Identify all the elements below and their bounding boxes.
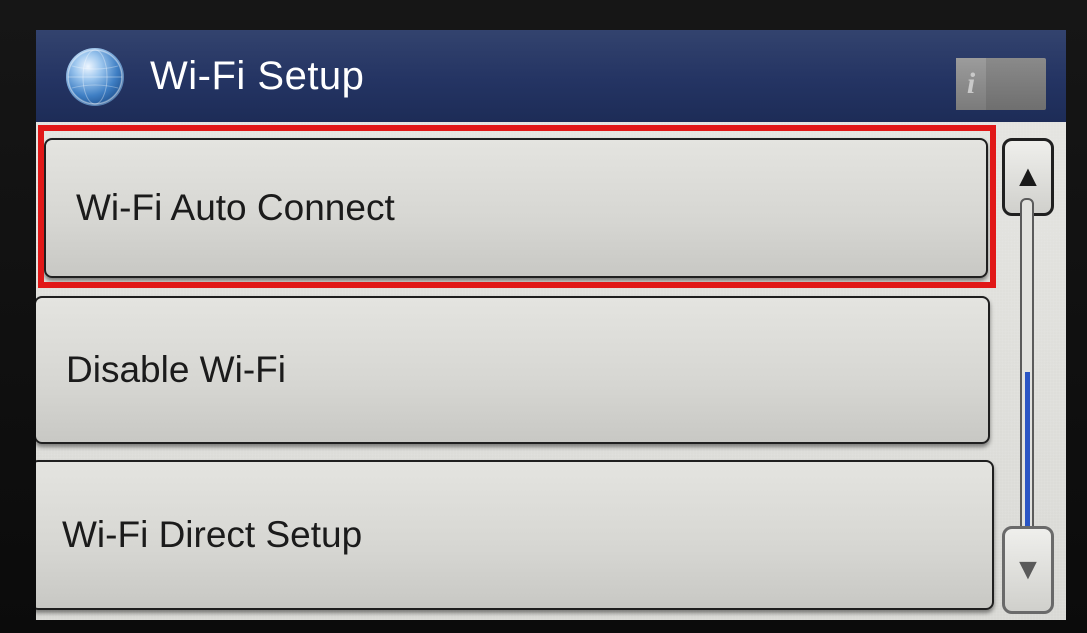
menu-item-disable-wifi[interactable]: Disable Wi-Fi [36,296,990,444]
menu-item-wifi-direct-setup[interactable]: Wi-Fi Direct Setup [36,460,994,610]
globe-icon [66,48,124,106]
info-button[interactable]: i [956,58,1046,110]
device-bezel: Wi-Fi Setup i Wi-Fi Auto Connect Disable… [0,0,1087,633]
lcd-screen: Wi-Fi Setup i Wi-Fi Auto Connect Disable… [36,30,1066,620]
menu-item-label: Disable Wi-Fi [66,349,286,390]
title-bar: Wi-Fi Setup i [36,30,1066,122]
menu-item-wifi-auto-connect[interactable]: Wi-Fi Auto Connect [44,138,988,278]
info-icon: i [956,58,986,110]
menu-item-label: Wi-Fi Auto Connect [76,187,395,228]
scroll-down-button[interactable]: ▼ [1002,526,1054,614]
page-title: Wi-Fi Setup [150,54,365,98]
arrow-up-icon: ▲ [1013,160,1043,193]
arrow-down-icon: ▼ [1013,553,1043,586]
menu-item-label: Wi-Fi Direct Setup [62,514,363,555]
scroll-thumb[interactable] [1025,372,1030,542]
scrollbar[interactable]: ▲ ▼ [1002,138,1056,614]
scroll-track[interactable] [1020,198,1034,552]
